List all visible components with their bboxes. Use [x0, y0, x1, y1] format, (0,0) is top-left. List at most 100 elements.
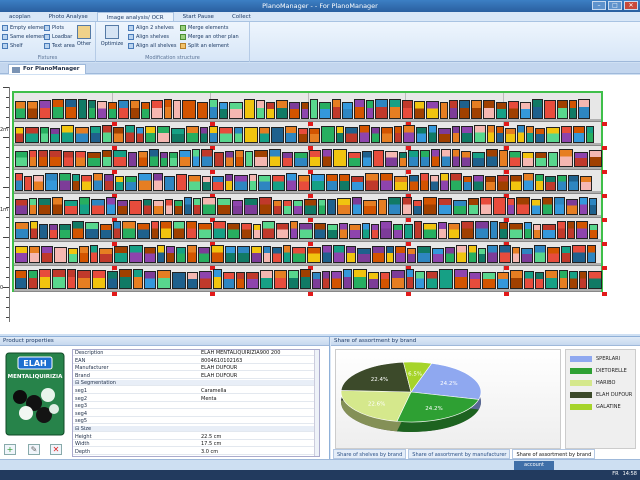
product-facing[interactable] — [532, 99, 543, 119]
tab-image-analysis[interactable]: Image analysis/ OCR — [96, 12, 174, 21]
product-facing[interactable] — [385, 151, 398, 167]
product-facing[interactable] — [380, 173, 393, 191]
property-value[interactable]: 22.5 cm — [201, 434, 221, 440]
product-facing[interactable] — [321, 126, 335, 143]
product-facing[interactable] — [166, 246, 175, 263]
tab-share-assortment-manufacturer[interactable]: Share of assortment by manufacturer — [408, 449, 511, 459]
product-facing[interactable] — [199, 271, 212, 289]
product-facing[interactable] — [289, 102, 300, 119]
product-facing[interactable] — [448, 223, 460, 239]
property-row[interactable]: Height 22.5 cm — [73, 434, 319, 440]
product-facing[interactable] — [480, 197, 492, 215]
product-facing[interactable] — [472, 152, 485, 167]
product-facing[interactable] — [461, 151, 471, 167]
product-facing[interactable] — [259, 127, 270, 143]
product-facing[interactable] — [78, 99, 87, 119]
product-facing[interactable] — [97, 101, 107, 119]
product-facing[interactable] — [318, 199, 326, 215]
product-facing[interactable] — [52, 99, 64, 119]
product-facing[interactable] — [542, 197, 553, 215]
merge-elements-button[interactable]: Merge elements — [180, 25, 228, 31]
product-facing[interactable] — [244, 99, 255, 119]
product-facing[interactable] — [138, 151, 148, 167]
product-facing[interactable] — [333, 149, 347, 167]
product-facing[interactable] — [441, 149, 451, 167]
product-facing[interactable] — [25, 127, 39, 143]
product-facing[interactable] — [144, 271, 156, 289]
product-facing[interactable] — [578, 99, 590, 119]
product-facing[interactable] — [49, 150, 62, 167]
product-facing[interactable] — [496, 126, 504, 143]
product-facing[interactable] — [579, 197, 588, 215]
product-facing[interactable] — [54, 247, 67, 263]
product-facing[interactable] — [64, 200, 78, 215]
product-facing[interactable] — [290, 221, 298, 239]
product-facing[interactable] — [145, 126, 156, 143]
product-facing[interactable] — [229, 102, 243, 119]
product-facing[interactable] — [309, 150, 321, 167]
product-facing[interactable] — [176, 247, 186, 263]
product-facing[interactable] — [15, 173, 23, 191]
product-facing[interactable] — [102, 150, 112, 167]
product-facing[interactable] — [354, 99, 365, 119]
maximize-button[interactable]: □ — [608, 1, 622, 10]
product-facing[interactable] — [352, 197, 362, 215]
product-facing[interactable] — [423, 197, 437, 215]
product-facing[interactable] — [138, 173, 152, 191]
property-row[interactable]: EAN 8004610102163 — [73, 358, 319, 364]
product-facing[interactable] — [114, 246, 128, 263]
product-facing[interactable] — [343, 269, 352, 289]
product-facing[interactable] — [52, 269, 66, 289]
product-facing[interactable] — [253, 224, 261, 239]
tab-share-assortment-brand[interactable]: Share of assortment by brand — [512, 449, 596, 459]
product-facing[interactable] — [497, 175, 509, 191]
product-facing[interactable] — [186, 126, 199, 143]
product-facing[interactable] — [512, 247, 520, 263]
product-facing[interactable] — [327, 224, 338, 239]
product-facing[interactable] — [372, 246, 385, 263]
product-facing[interactable] — [312, 272, 321, 289]
product-facing[interactable] — [15, 151, 28, 167]
product-facing[interactable] — [198, 223, 212, 239]
align-2-shelves-button[interactable]: Align 2 shelves — [128, 25, 174, 31]
product-facing[interactable] — [49, 224, 58, 239]
product-facing[interactable] — [339, 174, 350, 191]
product-facing[interactable] — [394, 176, 408, 191]
product-facing[interactable] — [524, 222, 532, 239]
product-facing[interactable] — [368, 272, 379, 289]
product-facing[interactable] — [544, 100, 556, 119]
product-facing[interactable] — [373, 150, 384, 167]
product-facing[interactable] — [157, 270, 171, 289]
product-facing[interactable] — [533, 224, 541, 239]
product-facing[interactable] — [438, 198, 452, 215]
product-facing[interactable] — [319, 102, 331, 119]
product-facing[interactable] — [38, 198, 51, 215]
product-facing[interactable] — [107, 271, 118, 289]
product-facing[interactable] — [399, 152, 407, 167]
product-facing[interactable] — [559, 149, 573, 167]
product-facing[interactable] — [90, 245, 98, 263]
minimize-button[interactable]: – — [592, 1, 606, 10]
product-facing[interactable] — [160, 221, 172, 239]
product-facing[interactable] — [45, 173, 58, 191]
product-facing[interactable] — [68, 248, 78, 263]
product-facing[interactable] — [322, 149, 332, 167]
tab-share-shelves-brand[interactable]: Share of shelves by brand — [333, 449, 407, 459]
product-facing[interactable] — [523, 173, 534, 191]
product-facing[interactable] — [456, 245, 467, 263]
product-facing[interactable] — [129, 245, 143, 263]
product-facing[interactable] — [63, 151, 74, 167]
product-facing[interactable] — [90, 126, 101, 143]
product-facing[interactable] — [72, 174, 80, 191]
product-facing[interactable] — [353, 269, 367, 289]
product-facing[interactable] — [510, 270, 523, 289]
product-facing[interactable] — [113, 221, 121, 239]
product-facing[interactable] — [468, 198, 479, 215]
product-facing[interactable] — [227, 223, 240, 239]
product-facing[interactable] — [431, 149, 440, 167]
property-value[interactable]: 17.5 cm — [201, 441, 221, 447]
product-facing[interactable] — [331, 271, 342, 289]
product-facing[interactable] — [554, 197, 565, 215]
product-facing[interactable] — [420, 173, 429, 191]
product-facing[interactable] — [535, 272, 544, 289]
